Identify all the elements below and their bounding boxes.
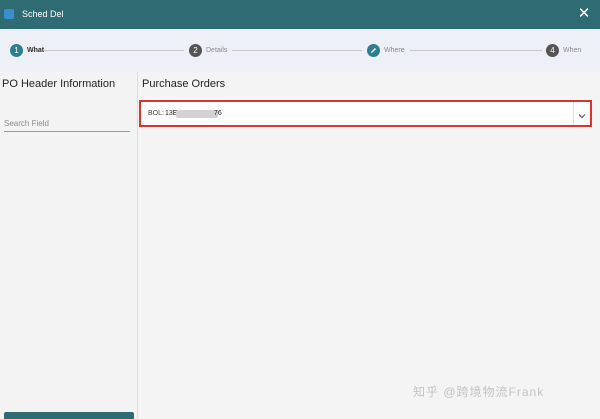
step-what[interactable]: 1 What (10, 43, 44, 57)
step-label: What (27, 46, 45, 54)
pencil-icon (367, 43, 380, 57)
window-title: Sched Del (22, 9, 64, 19)
title-bar: Sched Del ✕ (0, 0, 600, 29)
po-header-panel: PO Header Information (0, 72, 138, 419)
close-button[interactable]: ✕ (576, 5, 592, 23)
step-label: Where (384, 46, 405, 54)
bol-label: BOL: (148, 110, 164, 117)
panel-heading: Purchase Orders (142, 78, 226, 90)
watermark: 知乎 @跨境物流Frank (413, 385, 545, 399)
bol-value-end: 76 (214, 110, 222, 117)
step-connector (410, 50, 542, 51)
wizard-stepper: 1 What 2 Details Where 4 When (0, 29, 600, 72)
step-label: Details (206, 46, 228, 54)
step-connector (30, 50, 184, 51)
search-field[interactable] (4, 116, 130, 132)
redacted-value (176, 110, 218, 118)
step-label: When (563, 46, 582, 54)
step-details[interactable]: 2 Details (189, 43, 227, 57)
panel-heading: PO Header Information (2, 78, 116, 90)
app-icon (4, 9, 14, 19)
step-connector (232, 50, 362, 51)
purchase-orders-panel: Purchase Orders BOL: 13E 76 (138, 72, 600, 419)
chevron-down-icon[interactable] (577, 108, 587, 119)
step-when[interactable]: 4 When (546, 43, 581, 57)
step-where[interactable]: Where (367, 43, 405, 57)
panel-action-button[interactable] (4, 412, 134, 419)
step-number: 4 (546, 43, 559, 57)
step-number: 1 (10, 43, 23, 57)
select-divider (573, 102, 574, 125)
step-number: 2 (189, 43, 202, 57)
purchase-order-select[interactable]: BOL: 13E 76 (139, 100, 592, 127)
close-icon: ✕ (577, 5, 591, 22)
